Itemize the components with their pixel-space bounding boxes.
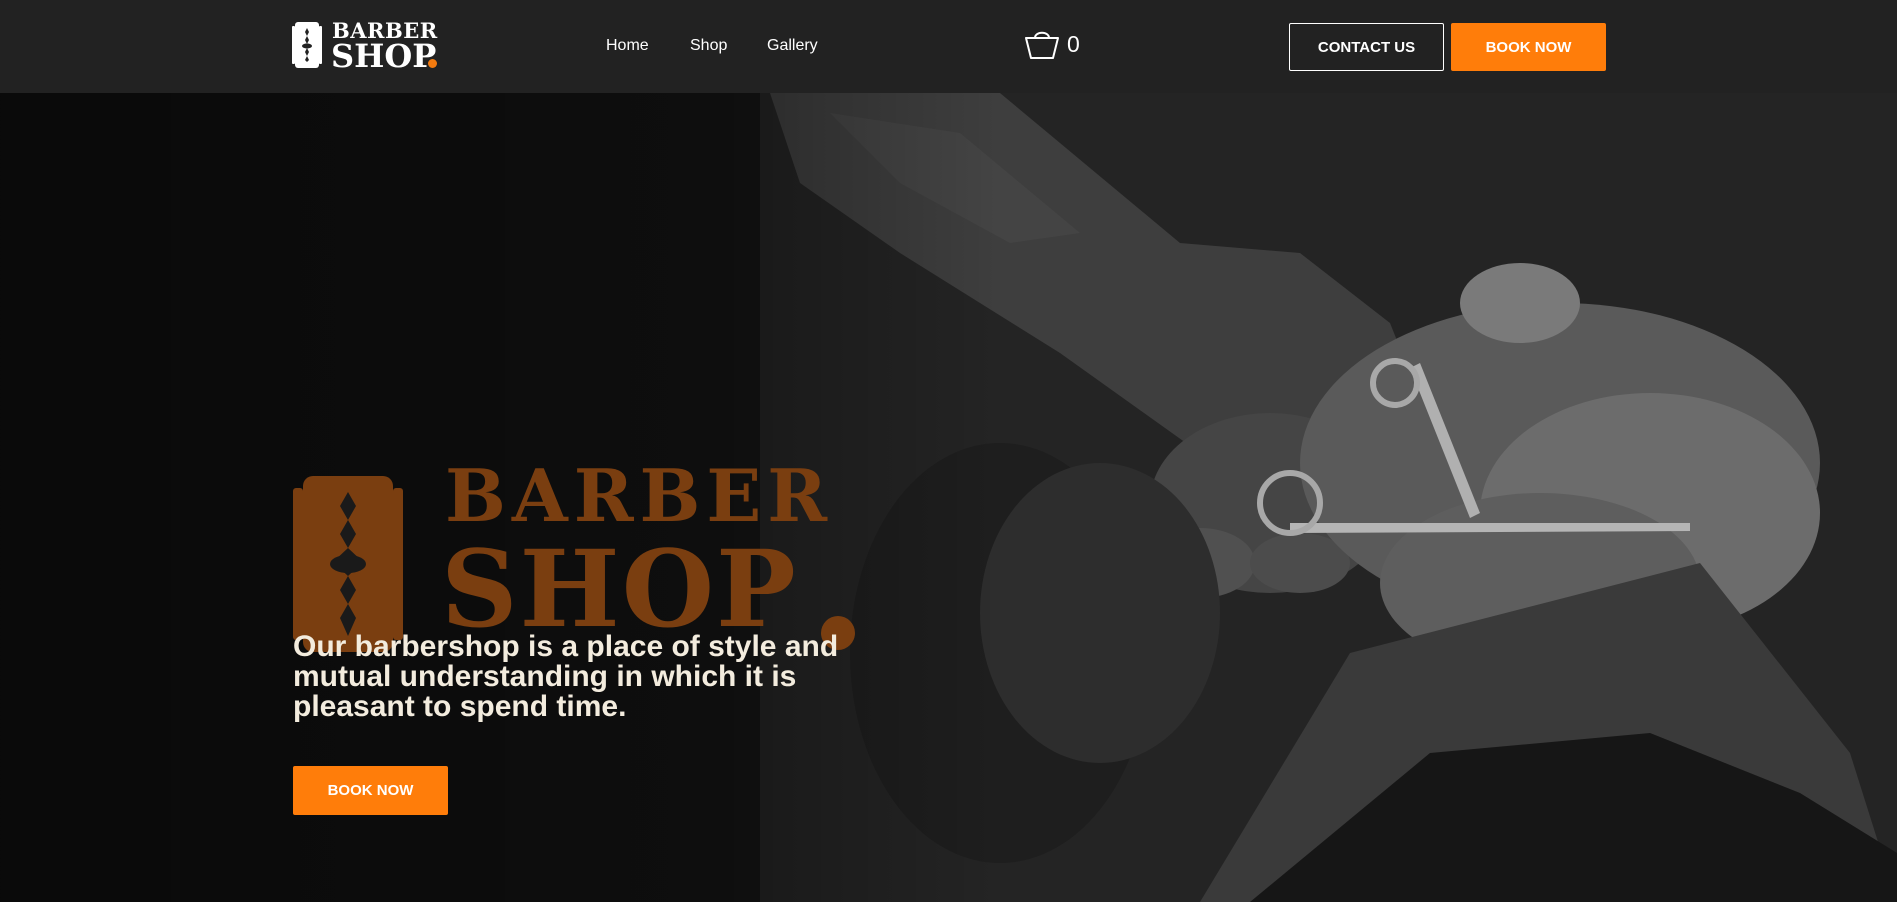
- hero-overlay: [0, 93, 1897, 902]
- nav-gallery[interactable]: Gallery: [767, 36, 818, 56]
- hero-logo-text-barber: BARBER: [445, 453, 834, 538]
- logo-text-shop: SHOP: [331, 37, 437, 75]
- razor-blade-icon: [293, 476, 403, 652]
- site-header: BARBER SHOP Home Shop Gallery 0 CONTACT …: [0, 0, 1897, 93]
- hero-logo: BARBER SHOP: [293, 384, 863, 652]
- razor-blade-icon: [292, 22, 322, 68]
- contact-us-button[interactable]: CONTACT US: [1289, 23, 1444, 71]
- header-logo[interactable]: BARBER SHOP: [292, 20, 442, 75]
- hero-tagline: Our barbershop is a place of style and m…: [293, 630, 839, 723]
- nav-home[interactable]: Home: [606, 36, 649, 56]
- hero-book-now-button[interactable]: BOOK NOW: [293, 766, 448, 815]
- cart-count: 0: [1067, 31, 1080, 57]
- nav-shop[interactable]: Shop: [690, 36, 727, 56]
- logo-dot: [428, 59, 437, 68]
- cart-button[interactable]: 0: [1024, 26, 1084, 62]
- book-now-button[interactable]: BOOK NOW: [1451, 23, 1606, 71]
- hero-logo-text-shop: SHOP: [441, 526, 798, 651]
- shopping-bag-icon: [1025, 31, 1059, 59]
- hero-section: BARBER SHOP Our barbershop is a place of…: [0, 93, 1897, 902]
